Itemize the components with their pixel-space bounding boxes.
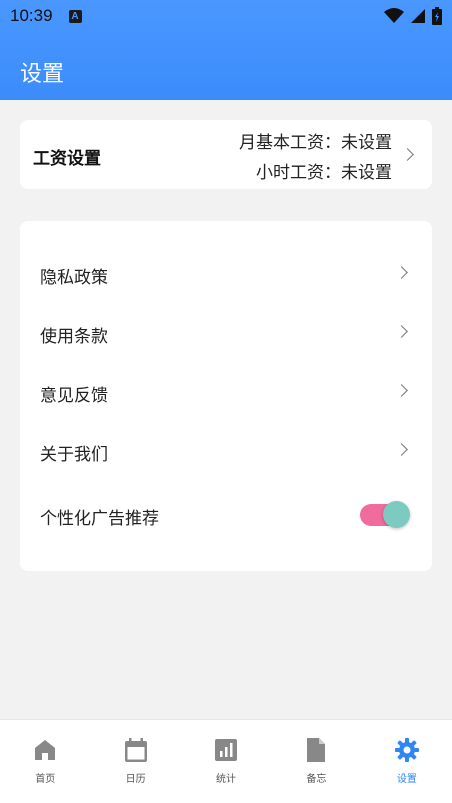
- chevron-right-icon: [401, 148, 414, 161]
- notification-icon: A: [68, 9, 82, 23]
- tab-calendar-label: 日历: [125, 774, 146, 785]
- home-icon: [35, 740, 56, 760]
- salary-settings-card[interactable]: 工资设置 月基本工资：未设置 小时工资：未设置: [20, 120, 432, 189]
- monthly-salary-value: 月基本工资：未设置: [239, 133, 392, 153]
- chevron-right-icon: [395, 325, 408, 338]
- gear-icon: [394, 738, 419, 762]
- wifi-icon: [384, 8, 404, 23]
- tab-settings-label: 设置: [396, 774, 417, 785]
- status-time: 10:39: [10, 6, 53, 25]
- hourly-salary-value: 小时工资：未设置: [256, 163, 392, 183]
- tab-statistics-label: 统计: [216, 774, 237, 785]
- tab-home[interactable]: 首页: [0, 720, 90, 803]
- page-title: 设置: [20, 62, 65, 87]
- tab-settings[interactable]: 设置: [362, 720, 452, 803]
- salary-settings-title: 工资设置: [33, 149, 101, 169]
- salary-values: 月基本工资：未设置 小时工资：未设置: [239, 128, 392, 188]
- terms-of-use-item[interactable]: 使用条款: [20, 312, 432, 352]
- chevron-right-icon: [395, 266, 408, 279]
- feedback-item[interactable]: 意见反馈: [20, 371, 432, 411]
- app-header: 10:39 A 设置: [0, 0, 452, 100]
- tab-calendar[interactable]: 日历: [90, 720, 180, 803]
- status-bar: 10:39 A: [0, 0, 452, 32]
- privacy-policy-label: 隐私政策: [40, 268, 108, 288]
- bottom-tab-bar: 首页 日历 统计 备忘 设置: [0, 719, 452, 803]
- note-icon: [307, 738, 326, 762]
- privacy-policy-item[interactable]: 隐私政策: [20, 253, 432, 293]
- tab-statistics[interactable]: 统计: [181, 720, 271, 803]
- about-us-item[interactable]: 关于我们: [20, 430, 432, 470]
- signal-icon: [411, 9, 425, 23]
- personalized-ads-item: 个性化广告推荐: [20, 494, 432, 534]
- personalized-ads-label: 个性化广告推荐: [40, 509, 159, 529]
- tab-memo[interactable]: 备忘: [271, 720, 361, 803]
- chevron-right-icon: [395, 384, 408, 397]
- status-indicators: [384, 7, 442, 25]
- toggle-knob: [383, 501, 410, 528]
- battery-icon: [432, 7, 442, 25]
- tab-memo-label: 备忘: [306, 774, 327, 785]
- settings-list-card: 隐私政策 使用条款 意见反馈 关于我们 个性化广告推荐: [20, 221, 432, 571]
- feedback-label: 意见反馈: [40, 386, 108, 406]
- tab-home-label: 首页: [35, 774, 56, 785]
- chart-icon: [215, 739, 238, 761]
- personalized-ads-toggle[interactable]: [360, 501, 410, 528]
- terms-of-use-label: 使用条款: [40, 327, 108, 347]
- chevron-right-icon: [395, 443, 408, 456]
- calendar-icon: [124, 738, 147, 762]
- about-us-label: 关于我们: [40, 445, 108, 465]
